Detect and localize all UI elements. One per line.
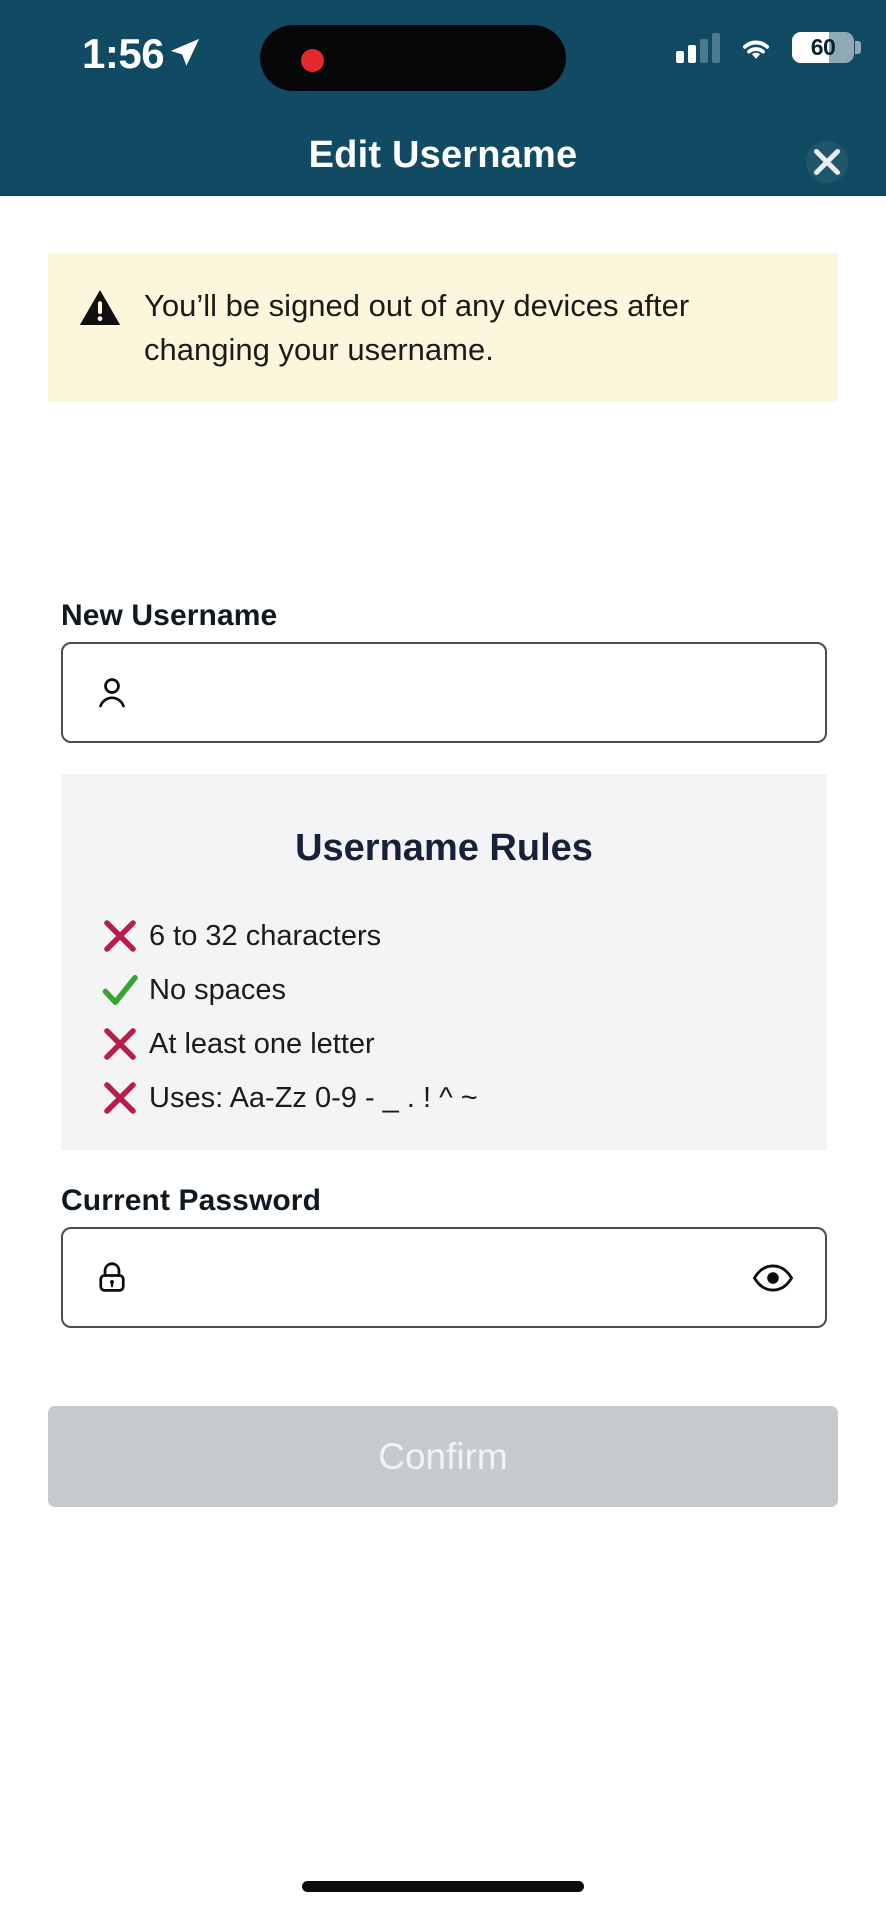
warning-banner-text: You’ll be signed out of any devices afte… [144, 288, 690, 367]
rule-item: 6 to 32 characters [97, 909, 807, 963]
cellular-signal-icon [676, 32, 720, 63]
new-username-input[interactable] [149, 675, 807, 710]
username-rules-title: Username Rules [295, 827, 593, 869]
rule-item: At least one letter [97, 1017, 807, 1071]
rule-item: Uses: Aa-Zz 0-9 - _ . ! ^ ~ [97, 1071, 807, 1125]
x-mark-icon [104, 1028, 136, 1060]
username-rules-card: Username Rules 6 to 32 characters No spa… [61, 774, 827, 1150]
check-mark-icon [102, 974, 138, 1006]
lock-icon [99, 1261, 125, 1292]
new-username-label: New Username [61, 599, 278, 632]
warning-banner: You’ll be signed out of any devices afte… [48, 253, 838, 402]
page-title: Edit Username [308, 134, 578, 176]
confirm-button[interactable]: Confirm [48, 1406, 838, 1507]
battery-indicator: 60 [792, 32, 861, 63]
eye-icon[interactable] [751, 1263, 795, 1293]
new-username-input-container[interactable] [61, 642, 827, 743]
rule-label: 6 to 32 characters [149, 919, 382, 952]
status-bar: 1:56 60 Edit Username [0, 0, 886, 196]
rule-item: No spaces [97, 963, 807, 1017]
battery-level-text: 60 [810, 34, 836, 60]
wifi-icon [742, 40, 770, 59]
recording-indicator-dot [301, 49, 324, 72]
current-password-input-container[interactable] [61, 1227, 827, 1328]
x-mark-icon [104, 920, 136, 952]
app-screen: 1:56 60 Edit Username You’ll be signed o… [0, 0, 886, 1920]
home-indicator [302, 1881, 584, 1892]
current-password-input[interactable] [149, 1260, 733, 1295]
username-rules-list: 6 to 32 characters No spaces At least on… [97, 909, 807, 1125]
x-mark-icon [104, 1082, 136, 1114]
warning-triangle-icon [79, 290, 121, 326]
dynamic-island [260, 25, 566, 91]
location-arrow-icon [170, 38, 200, 66]
close-x-icon[interactable] [798, 133, 856, 191]
rule-label: Uses: Aa-Zz 0-9 - _ . ! ^ ~ [149, 1081, 478, 1114]
current-password-label: Current Password [61, 1184, 321, 1217]
status-bar-indicators: 60 [676, 32, 861, 63]
rule-label: No spaces [149, 973, 287, 1006]
person-icon [99, 677, 125, 707]
rule-label: At least one letter [149, 1027, 375, 1060]
status-bar-time: 1:56 [82, 30, 165, 77]
